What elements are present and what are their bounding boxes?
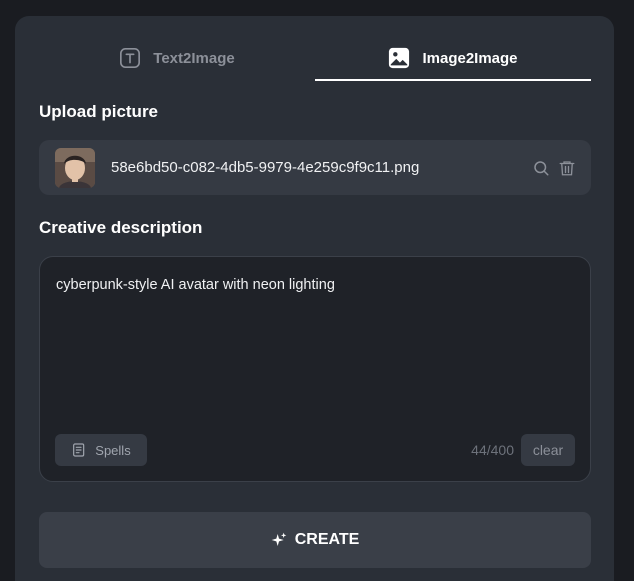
preview-search-icon[interactable]: [531, 158, 551, 178]
image-generation-panel: Text2Image Image2Image Upload picture 58…: [15, 16, 614, 581]
clear-button[interactable]: clear: [521, 434, 575, 466]
uploaded-image-thumbnail[interactable]: [55, 147, 95, 188]
description-section-title: Creative description: [39, 218, 203, 237]
tab-image2image[interactable]: Image2Image: [315, 38, 591, 81]
book-icon: [73, 443, 85, 457]
spells-button[interactable]: Spells: [55, 434, 147, 466]
uploaded-file-row: 58e6bd50-c082-4db5-9979-4e259c9f9c11.png: [39, 140, 591, 195]
mode-tabs: Text2Image Image2Image: [39, 38, 591, 81]
sparkle-icon: [271, 532, 287, 546]
create-button[interactable]: CREATE: [39, 512, 591, 568]
description-text[interactable]: cyberpunk-style AI avatar with neon ligh…: [56, 275, 574, 295]
create-button-label: CREATE: [294, 531, 360, 548]
tab-text2image[interactable]: Text2Image: [39, 38, 315, 78]
tab-text2image-label: Text2Image: [153, 49, 235, 67]
image-icon: [388, 47, 410, 69]
text-box-icon: [119, 47, 141, 69]
uploaded-file-name: 58e6bd50-c082-4db5-9979-4e259c9f9c11.png: [111, 159, 420, 176]
delete-trash-icon[interactable]: [557, 158, 577, 178]
upload-section-title: Upload picture: [39, 102, 159, 121]
spells-button-label: Spells: [95, 442, 131, 458]
tab-image2image-label: Image2Image: [422, 49, 518, 67]
creative-description-textarea[interactable]: cyberpunk-style AI avatar with neon ligh…: [39, 256, 591, 482]
file-actions: [531, 158, 577, 178]
character-counter: 44/400: [471, 442, 514, 458]
